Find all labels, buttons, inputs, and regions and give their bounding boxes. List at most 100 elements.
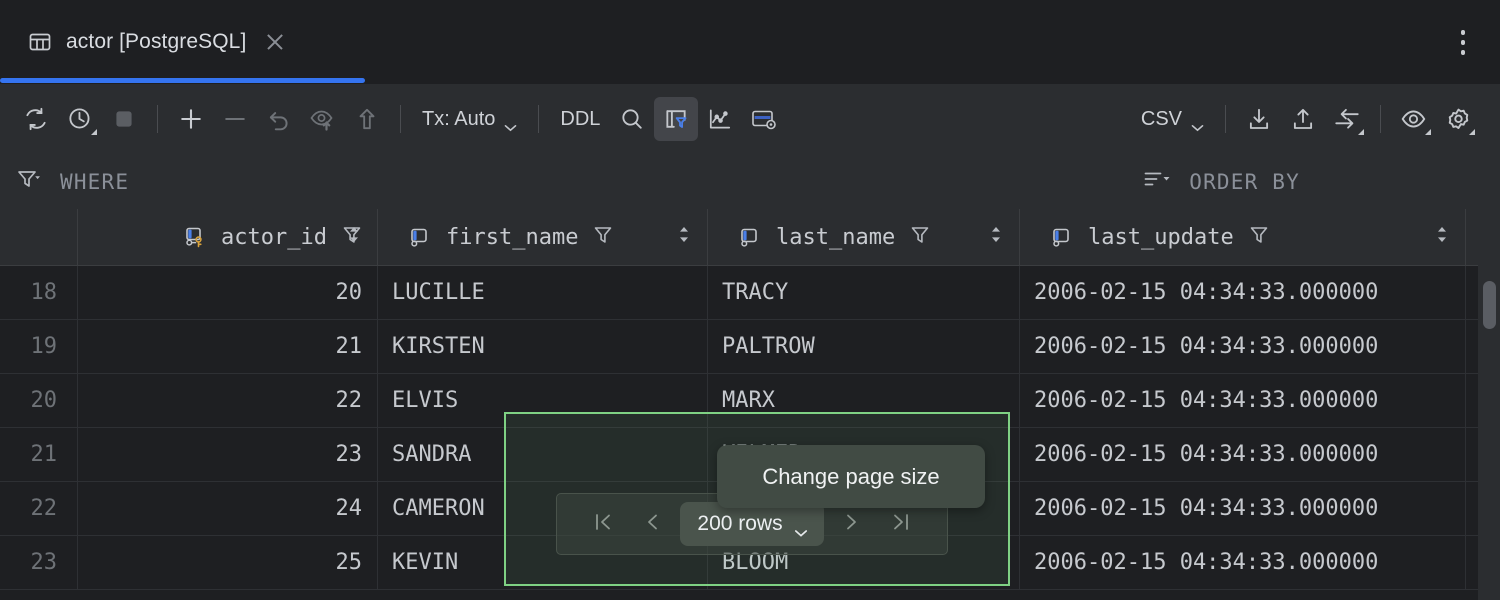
cell-last_update[interactable]: 2006-02-15 04:34:33.000000 <box>1020 428 1466 481</box>
order-by-label: ORDER BY <box>1189 170 1300 194</box>
funnel-icon[interactable] <box>910 224 930 251</box>
row-number[interactable]: 22 <box>0 482 78 535</box>
filter-panel-icon <box>663 106 689 132</box>
cell-actor_id[interactable]: 25 <box>78 536 378 589</box>
toolbar-separator <box>538 105 539 133</box>
preview-changes-button[interactable] <box>301 97 345 141</box>
filter-panel-toggle[interactable] <box>654 97 698 141</box>
toolbar-separator <box>1380 105 1381 133</box>
cell-last_update[interactable]: 2006-02-15 04:34:33.000000 <box>1020 482 1466 535</box>
cell-first_name[interactable]: LUCILLE <box>378 266 708 319</box>
minus-icon <box>221 105 249 133</box>
close-icon[interactable] <box>264 31 286 53</box>
column-header-last_update[interactable]: last_update <box>1020 209 1466 265</box>
settings-button[interactable] <box>1436 97 1480 141</box>
cell-actor_id[interactable]: 24 <box>78 482 378 535</box>
prev-page-button[interactable] <box>630 502 676 546</box>
editor-tab-actor[interactable]: actor [PostgreSQL] <box>0 0 365 84</box>
stop-button[interactable] <box>102 97 146 141</box>
dropdown-corner-icon <box>1469 129 1475 135</box>
more-options-vertical-icon[interactable] <box>1452 30 1474 56</box>
cell-last_update[interactable]: 2006-02-15 04:34:33.000000 <box>1020 320 1466 373</box>
history-button[interactable] <box>58 97 102 141</box>
dropdown-corner-icon <box>91 129 97 135</box>
table-row[interactable]: 19 21 KIRSTEN PALTROW 2006-02-15 04:34:3… <box>0 320 1500 374</box>
cell-last_name[interactable]: PALTROW <box>708 320 1020 373</box>
column-header-first_name[interactable]: first_name <box>378 209 708 265</box>
row-number[interactable]: 23 <box>0 536 78 589</box>
add-row-button[interactable] <box>169 97 213 141</box>
search-button[interactable] <box>610 97 654 141</box>
cell-actor_id[interactable]: 20 <box>78 266 378 319</box>
refresh-button[interactable] <box>14 97 58 141</box>
data-extractor-button[interactable] <box>742 97 786 141</box>
row-number[interactable]: 21 <box>0 428 78 481</box>
stop-square-icon <box>111 106 137 132</box>
column-name: actor_id <box>221 225 327 250</box>
upload-icon <box>1290 106 1316 132</box>
first-page-button[interactable] <box>580 502 626 546</box>
vertical-scrollbar[interactable] <box>1478 209 1500 600</box>
import-data-button[interactable] <box>1281 97 1325 141</box>
cell-last_update[interactable]: 2006-02-15 04:34:33.000000 <box>1020 266 1466 319</box>
next-page-button[interactable] <box>828 502 874 546</box>
output-format-label: CSV <box>1141 108 1182 131</box>
prev-page-icon <box>642 510 664 539</box>
cell-actor_id[interactable]: 23 <box>78 428 378 481</box>
plus-icon <box>177 105 205 133</box>
export-data-button[interactable] <box>1237 97 1281 141</box>
cell-first_name[interactable]: SANDRA <box>378 428 708 481</box>
chevron-down-icon <box>504 115 517 123</box>
delete-row-button[interactable] <box>213 97 257 141</box>
table-row[interactable]: 20 22 ELVIS MARX 2006-02-15 04:34:33.000… <box>0 374 1500 428</box>
swap-arrows-icon <box>1333 106 1361 132</box>
cell-first_name[interactable]: KIRSTEN <box>378 320 708 373</box>
view-options-button[interactable] <box>1392 97 1436 141</box>
chevron-down-icon <box>794 520 807 528</box>
column-name: first_name <box>446 225 578 250</box>
row-number[interactable]: 19 <box>0 320 78 373</box>
gear-icon <box>1445 106 1472 133</box>
transaction-mode-dropdown[interactable]: Tx: Auto <box>412 97 527 141</box>
row-number[interactable]: 20 <box>0 374 78 427</box>
column-header-actor_id[interactable]: actor_id <box>78 209 378 265</box>
funnel-dropdown-icon[interactable] <box>16 168 46 195</box>
data-view-icon <box>750 106 778 132</box>
column-header-last_name[interactable]: last_name <box>708 209 1020 265</box>
order-by-field[interactable]: ORDER BY <box>1143 168 1500 195</box>
cell-last_name[interactable]: TRACY <box>708 266 1020 319</box>
row-number[interactable]: 18 <box>0 266 78 319</box>
sort-arrows-icon[interactable] <box>1435 225 1449 250</box>
ddl-label: DDL <box>560 108 600 131</box>
submit-button[interactable] <box>345 97 389 141</box>
output-format-dropdown[interactable]: CSV <box>1131 97 1214 141</box>
revert-button[interactable] <box>257 97 301 141</box>
funnel-icon[interactable] <box>593 224 613 251</box>
sort-arrows-icon[interactable] <box>677 225 691 250</box>
table-row[interactable]: 18 20 LUCILLE TRACY 2006-02-15 04:34:33.… <box>0 266 1500 320</box>
download-icon <box>1246 106 1272 132</box>
funnel-icon[interactable] <box>1249 224 1269 251</box>
tooltip: Change page size <box>717 445 985 508</box>
tab-bar: actor [PostgreSQL] <box>0 0 1500 84</box>
cell-actor_id[interactable]: 22 <box>78 374 378 427</box>
page-size-dropdown[interactable]: 200 rows <box>680 502 823 546</box>
cell-last_update[interactable]: 2006-02-15 04:34:33.000000 <box>1020 536 1466 589</box>
ddl-button[interactable]: DDL <box>550 97 610 141</box>
transpose-button[interactable] <box>1325 97 1369 141</box>
sort-arrows-icon[interactable] <box>989 225 1003 250</box>
chart-button[interactable] <box>698 97 742 141</box>
cell-actor_id[interactable]: 21 <box>78 320 378 373</box>
row-number-header[interactable] <box>0 209 78 265</box>
last-page-button[interactable] <box>878 502 924 546</box>
filter-bar: WHERE ORDER BY <box>0 154 1500 209</box>
sort-lines-dropdown-icon[interactable] <box>1143 168 1175 195</box>
grid-header-row: actor_id first_name <box>0 209 1500 266</box>
cell-first_name[interactable]: ELVIS <box>378 374 708 427</box>
cell-last_update[interactable]: 2006-02-15 04:34:33.000000 <box>1020 374 1466 427</box>
sort-arrows-icon[interactable] <box>347 225 361 250</box>
where-filter-field[interactable]: WHERE <box>0 168 129 195</box>
cell-last_name[interactable]: MARX <box>708 374 1020 427</box>
vertical-scrollbar-thumb[interactable] <box>1483 281 1496 329</box>
dropdown-corner-icon <box>1358 129 1364 135</box>
